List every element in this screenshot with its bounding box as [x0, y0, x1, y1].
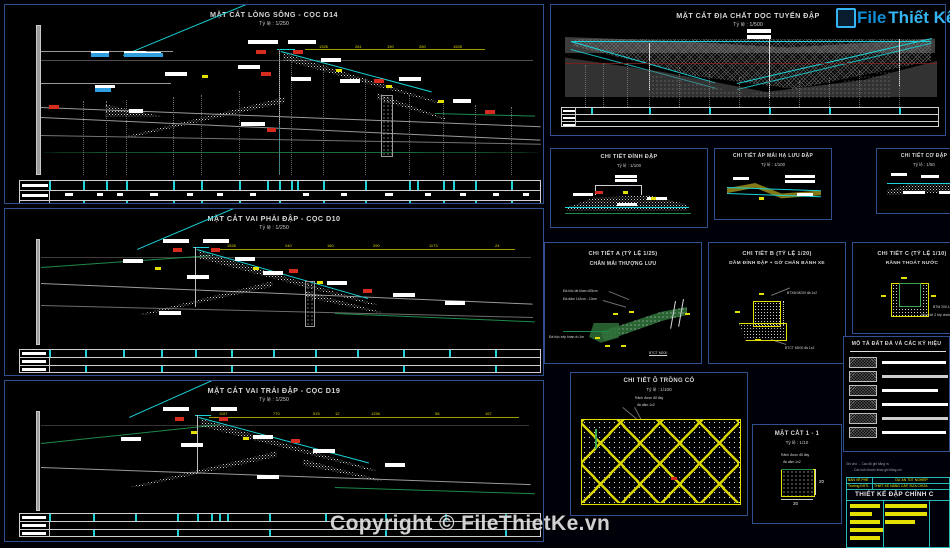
- logo-text-thietke: Thiết Kế: [888, 8, 950, 27]
- tb-row2-right: THIẾT KẾ NÂNG CẤP, SỬA CHỮA: [873, 484, 950, 490]
- note-da-dam: đá dăm 1x2: [783, 460, 801, 464]
- legend-label-3: [882, 389, 938, 392]
- note-da-hoc-xep: Đá hộc xếp khan d=1m: [549, 335, 584, 339]
- tb-field: [850, 520, 880, 524]
- note-btxm: BTXM M200 đá 1x2: [787, 291, 817, 295]
- note-ranh-do-day: Rãnh được đổ đầy: [781, 453, 810, 457]
- title-block[interactable]: Ghi chú : - Cao độ ghi bằng m. - Các kíc…: [846, 462, 950, 548]
- dim-label: 770: [273, 411, 280, 416]
- dim-label: 160: [327, 243, 334, 248]
- logo-icon: [836, 8, 856, 28]
- panel-chi-tiet-b[interactable]: CHI TIẾT B (TỶ LỆ 1/20) DẦM ĐỈNH ĐẬP + G…: [708, 242, 846, 364]
- legend-row[interactable]: [844, 413, 949, 426]
- panel-chi-tiet-co-dap[interactable]: CHI TIẾT CƠ ĐẬP Tỷ lệ : 1/50: [876, 148, 950, 214]
- dim-label: 240: [285, 243, 292, 248]
- legend-row[interactable]: [844, 371, 949, 384]
- panel-mat-cat-long-song[interactable]: MẶT CẮT LÒNG SÔNG - CỌC D14 Tỷ lệ : 1/25…: [4, 4, 544, 204]
- panel-chi-tiet-a[interactable]: CHI TIẾT A (TỶ LỆ 1/25) CHÂN MÁI THƯỢNG …: [544, 242, 702, 364]
- dim-label: 58: [435, 411, 440, 416]
- dim-label: 20: [793, 501, 799, 506]
- dim-label: 1157: [219, 411, 228, 416]
- legend-swatch-1: [849, 357, 877, 368]
- geology-data-table: [561, 107, 939, 127]
- tb-row2-left: Trường ĐHTL: [847, 484, 873, 490]
- dim-label: 167: [485, 411, 492, 416]
- dim-label: 20: [819, 479, 825, 484]
- note-line-1: Ghi chú : - Cao độ ghi bằng m.: [846, 462, 890, 466]
- legend-title: MÔ TẢ ĐẤT ĐÁ VÀ CÁC KÝ HIỆU: [851, 341, 942, 347]
- note-btct: BTCT M200 đá 1x2: [785, 346, 815, 350]
- section-data-table: [19, 349, 541, 373]
- dim-label: 1173: [429, 243, 438, 248]
- panel-chi-tiet-c[interactable]: CHI TIẾT C (TỶ LỆ 1/10) RÃNH THOÁT NƯỚC …: [852, 242, 950, 334]
- panel-chi-tiet-dinh-dap[interactable]: CHI TIẾT ĐỈNH ĐẬP Tỷ lệ : 1/100: [550, 148, 708, 228]
- core-hatch: [381, 95, 393, 157]
- legend-swatch-6: [849, 427, 877, 438]
- note-da-hoc-lat: Đá hộc lát khan d25cm: [563, 289, 598, 293]
- dim-label: 290: [373, 243, 380, 248]
- legend-row[interactable]: [844, 399, 949, 412]
- dim-label: 261: [355, 44, 362, 49]
- tb-field: [850, 536, 880, 540]
- panel-legend-mo-ta-dat-da[interactable]: MÔ TẢ ĐẤT ĐÁ VÀ CÁC KÝ HIỆU: [843, 336, 950, 452]
- legend-label-2: [882, 375, 948, 378]
- tb-field: [885, 512, 927, 516]
- dim-label: 515: [313, 411, 320, 416]
- note-line-2: - Các kích thước khác ghi bằng cm: [852, 468, 902, 472]
- note-btct: BTCT M200: [649, 351, 668, 355]
- legend-label-4: [882, 403, 948, 406]
- panel-chi-tiet-o-trong-co[interactable]: CHI TIẾT Ô TRỒNG CỎ Tỷ lệ : 1/100 Rãnh đ…: [570, 372, 748, 516]
- legend-swatch-2: [849, 371, 877, 382]
- dim-label: 260: [419, 44, 426, 49]
- title-block-table: BẢN VẼ PHÊ DỰ ÁN TỐT NGHIỆP Trường ĐHTL …: [846, 477, 950, 548]
- legend-swatch-5: [849, 413, 877, 424]
- legend-row[interactable]: [844, 357, 949, 370]
- legend-swatch-3: [849, 385, 877, 396]
- legend-label-6: [882, 431, 946, 434]
- copyright-watermark: Copyright © FileThietKe.vn: [330, 512, 611, 535]
- tb-field: [885, 504, 927, 508]
- tb-field: [885, 520, 915, 524]
- dim-label: 24: [495, 243, 500, 248]
- note-btm: BTM 200-1x2: [933, 305, 950, 309]
- panel-mat-cat-vai-phai[interactable]: MẶT CẮT VAI PHẢI ĐẬP - CỌC D10 Tỷ lệ : 1…: [4, 208, 544, 376]
- dim-label: 12: [335, 411, 340, 416]
- note-da-dam: đá dăm 1x2: [637, 403, 655, 407]
- tb-field: [850, 504, 880, 508]
- dim-label: 190: [387, 44, 394, 49]
- dim-label: 1526: [227, 243, 236, 248]
- legend-row[interactable]: [844, 385, 949, 398]
- cad-sheet: MẶT CẮT LÒNG SÔNG - CỌC D14 Tỷ lệ : 1/25…: [0, 0, 950, 548]
- panel-chi-tiet-ap-mai-ha-luu[interactable]: CHI TIẾT ÁP MÁI HẠ LƯU ĐẬP Tỷ lệ : 1/100: [714, 148, 832, 220]
- legend-label-5: [882, 417, 948, 420]
- tb-main-title: THIẾT KẾ ĐẬP CHÍNH C: [855, 491, 934, 498]
- legend-label-1: [882, 361, 946, 364]
- note-nilon: Nilon lót 2 lớp chống mất nước: [921, 313, 950, 317]
- note-da-dam: Đá dăm 1x2cm - 10cm: [563, 297, 598, 301]
- dim-label: 1256: [371, 411, 380, 416]
- tb-field: [850, 512, 872, 516]
- site-logo-watermark: File Thiết Kế .vn: [836, 8, 950, 28]
- tb-field: [850, 528, 884, 532]
- legend-swatch-4: [849, 399, 877, 410]
- note-ranh-do-day: Rãnh được đổ đầy: [635, 396, 664, 400]
- logo-text-file: File: [857, 8, 887, 27]
- dim-label: 1326: [319, 44, 328, 49]
- dim-label: 1528: [453, 44, 462, 49]
- panel-mat-cat-1-1[interactable]: MẶT CẮT 1 - 1 Tỷ lệ : 1/10 Rãnh được đổ …: [752, 424, 842, 524]
- section-drawing: 1326 261 190 260 1528: [5, 5, 543, 203]
- legend-row[interactable]: [844, 427, 949, 440]
